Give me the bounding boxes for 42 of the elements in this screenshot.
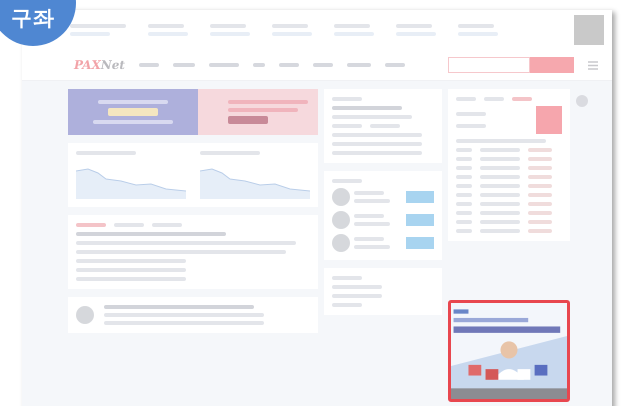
promo-banner[interactable] [68, 89, 198, 135]
blurred-text [528, 229, 552, 233]
follow-button[interactable] [406, 191, 434, 203]
promo-pill [228, 116, 268, 124]
login-button[interactable] [536, 106, 562, 134]
thumbnail-box [574, 15, 604, 45]
blurred-text [528, 220, 552, 224]
blurred-text [312, 63, 333, 67]
menu-icon[interactable] [588, 60, 598, 70]
blurred-text [528, 211, 552, 215]
person-avatar [332, 234, 350, 252]
site-logo[interactable]: PAXNet [74, 58, 125, 72]
blurred-text [384, 63, 405, 67]
follow-button[interactable] [406, 214, 434, 226]
blurred-text [228, 108, 298, 112]
promo-banner-panel[interactable] [198, 89, 318, 135]
badge-label: 구좌 [11, 5, 55, 32]
blurred-text [278, 63, 299, 67]
blurred-text [528, 157, 552, 161]
blurred-text [332, 106, 402, 110]
blurred-text [512, 97, 532, 101]
blurred-text [98, 100, 168, 104]
search-button[interactable] [530, 57, 574, 73]
search-field[interactable] [448, 57, 530, 73]
blurred-text [528, 202, 552, 206]
blurred-text [172, 63, 195, 67]
blurred-text [528, 166, 552, 170]
blurred-text [138, 63, 159, 67]
blurred-text [346, 63, 371, 67]
blurred-text [76, 223, 106, 227]
person-avatar [332, 211, 350, 229]
blurred-text [528, 193, 552, 197]
blurred-text [252, 63, 265, 67]
blurred-text [108, 108, 158, 116]
settings-dot-icon[interactable] [576, 95, 588, 107]
blurred-text [528, 148, 552, 152]
blurred-text [528, 184, 552, 188]
blurred-text [528, 175, 552, 179]
person-avatar [332, 188, 350, 206]
follow-button[interactable] [406, 237, 434, 249]
person-avatar [76, 306, 94, 324]
blurred-text [208, 63, 239, 67]
